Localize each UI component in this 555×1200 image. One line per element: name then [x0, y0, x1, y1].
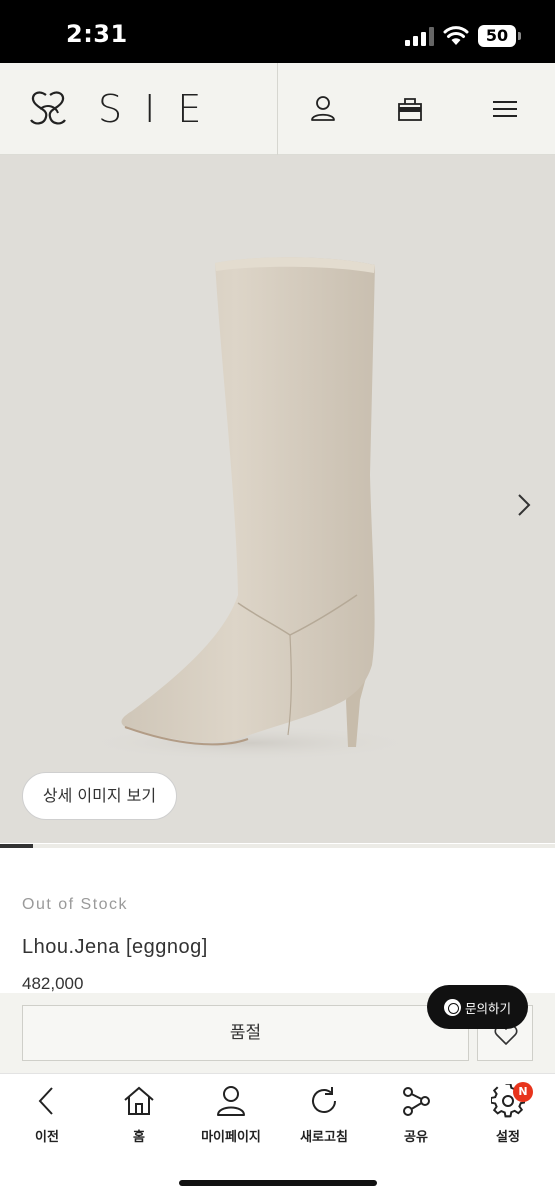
chat-brand-icon — [444, 998, 461, 1016]
next-image-chevron-icon[interactable] — [514, 492, 534, 518]
chat-label: 문의하기 — [465, 1000, 512, 1016]
toolbar-settings-button[interactable]: N 설정 — [463, 1082, 553, 1154]
refresh-icon — [312, 1087, 336, 1113]
product-name: Lhou.Jena [eggnog] — [22, 936, 208, 958]
toolbar-back-button[interactable]: 이전 — [2, 1084, 92, 1154]
menu-button[interactable] — [489, 93, 521, 125]
battery-indicator: 50 — [478, 25, 521, 47]
toolbar-share-label: 공유 — [404, 1130, 428, 1145]
home-indicator — [179, 1180, 377, 1186]
toolbar-mypage-label: 마이페이지 — [201, 1130, 261, 1145]
share-icon — [403, 1087, 430, 1116]
site-header: SIE — [0, 63, 555, 155]
toolbar-back-label: 이전 — [35, 1130, 59, 1145]
product-photo-boot — [80, 257, 420, 761]
brand-logo[interactable]: SIE — [26, 87, 223, 131]
logo-mark-icon — [30, 91, 66, 125]
user-icon — [311, 96, 335, 121]
shopping-bag-icon — [398, 98, 422, 121]
inquiry-chat-button[interactable]: 문의하기 — [427, 985, 528, 1029]
back-arrow-icon — [38, 1087, 53, 1115]
status-time: 2:31 — [66, 20, 128, 48]
cart-button[interactable] — [394, 93, 426, 125]
product-image-carousel[interactable]: 상세 이미지 보기 — [0, 155, 555, 843]
hamburger-menu-icon — [493, 101, 517, 117]
toolbar-settings-label: 설정 — [496, 1130, 520, 1145]
cellular-signal-icon — [405, 27, 434, 46]
person-icon — [217, 1086, 245, 1116]
account-button[interactable] — [307, 93, 339, 125]
status-bar: 2:31 50 — [0, 0, 555, 63]
toolbar-refresh-label: 새로고침 — [300, 1130, 348, 1145]
soldout-button[interactable]: 품절 — [22, 1005, 469, 1061]
brand-name: SIE — [98, 87, 224, 131]
header-divider — [277, 63, 278, 155]
toolbar-refresh-button[interactable]: 새로고침 — [279, 1084, 369, 1154]
toolbar-mypage-button[interactable]: 마이페이지 — [186, 1084, 276, 1154]
settings-new-badge: N — [513, 1082, 533, 1102]
product-price: 482,000 — [22, 974, 84, 993]
toolbar-share-button[interactable]: 공유 — [371, 1084, 461, 1154]
view-detail-images-button[interactable]: 상세 이미지 보기 — [22, 772, 177, 820]
product-info: Out of Stock Lhou.Jena [eggnog] 482,000 — [0, 848, 555, 993]
wifi-icon — [443, 26, 469, 45]
home-icon — [124, 1086, 154, 1115]
stock-status: Out of Stock — [22, 896, 129, 913]
toolbar-home-button[interactable]: 홈 — [94, 1084, 184, 1154]
toolbar-home-label: 홈 — [133, 1130, 145, 1145]
